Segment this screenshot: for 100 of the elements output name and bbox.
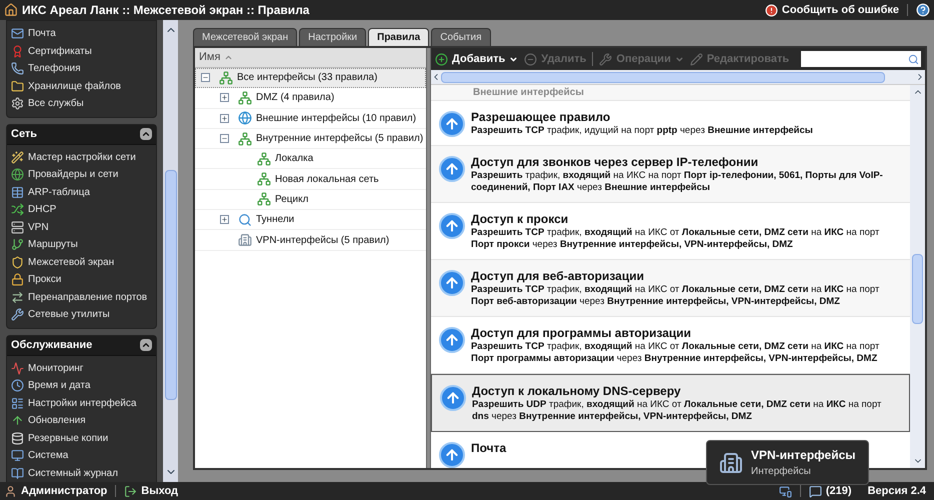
- scroll-thumb[interactable]: [912, 254, 923, 324]
- sidebar-item[interactable]: Перенаправление портов: [7, 288, 156, 306]
- sidebar-item[interactable]: Телефония: [7, 60, 156, 78]
- rule-row[interactable]: Доступ для звонков через сервер IP-телефонии Разрешить трафик, входящий на ИКС на порт Порт ip-телефонии, 5061, Порты для VoIP-соединений, Порт IAX через Внешние интерфейсы: [431, 146, 910, 203]
- chart-icon: [11, 362, 24, 375]
- tab[interactable]: События: [431, 28, 490, 46]
- rule-title: Доступ для программы авторизации: [471, 325, 692, 341]
- version-label: Версия 2.4: [868, 484, 926, 499]
- sidebar-item[interactable]: Межсетевой экран: [7, 254, 156, 271]
- tree-item[interactable]: Внешние интерфейсы (10 правил): [195, 108, 426, 129]
- expand-icon[interactable]: [220, 93, 229, 102]
- mail-icon: [11, 27, 24, 40]
- server-icon: [11, 220, 24, 234]
- vertical-scrollbar[interactable]: [910, 85, 925, 468]
- tree-item[interactable]: Все интерфейсы (33 правила): [195, 68, 426, 88]
- sidebar-item[interactable]: Сетевые утилиты: [7, 306, 156, 324]
- sidebar-item[interactable]: Почта: [7, 25, 156, 42]
- exit-icon: [124, 484, 138, 498]
- column-header[interactable]: Имя: [195, 48, 426, 68]
- rule-description: Разрешить TCP трафик, идущий на порт pptp через Внешние интерфейсы: [471, 125, 814, 137]
- sidebar-item[interactable]: VPN: [7, 218, 156, 236]
- sidebar-item[interactable]: ARP-таблица: [7, 184, 156, 201]
- section-header[interactable]: Обслуживание: [7, 336, 156, 356]
- folder-icon: [11, 80, 24, 93]
- sidebar-item[interactable]: Сертификаты: [7, 42, 156, 60]
- sidebar-item[interactable]: Мониторинг: [7, 360, 156, 377]
- search-icon: [238, 212, 252, 227]
- sidebar-item[interactable]: Провайдеры и сети: [7, 166, 156, 184]
- sidebar-item[interactable]: Системный журнал: [7, 464, 156, 482]
- rule-title: Доступ для веб-авторизации: [471, 268, 645, 284]
- arrows-icon: [11, 203, 24, 216]
- delete-icon: [524, 52, 538, 66]
- toolbar-button[interactable]: Добавить: [435, 50, 518, 68]
- sidebar-item[interactable]: Время и дата: [7, 377, 156, 394]
- scroll-thumb[interactable]: [441, 72, 885, 82]
- home-icon[interactable]: [4, 3, 18, 17]
- rule-title: Доступ к прокси: [471, 211, 570, 227]
- tab[interactable]: Настройки: [299, 28, 366, 46]
- sidebar-item[interactable]: Прокси: [7, 271, 156, 288]
- arrow-up-icon: [439, 156, 465, 182]
- gear-icon: [11, 97, 24, 110]
- network-icon: [257, 172, 271, 186]
- sidebar-item[interactable]: Система: [7, 447, 156, 464]
- scrollbar[interactable]: [163, 20, 178, 482]
- shield-icon: [11, 256, 24, 269]
- sidebar-item[interactable]: Хранилище файлов: [7, 78, 156, 95]
- arrow-up-icon: [440, 385, 466, 411]
- rule-row[interactable]: Доступ для веб-авторизации Разрешить TCP трафик, входящий на ИКС от Локальные сети, DMZ сети на ИКС на порт Порт веб-авторизации через Внутренние интерфейсы, VPN-интерфейсы, DMZ: [431, 260, 910, 317]
- sidebar-item[interactable]: Резервные копии: [7, 430, 156, 447]
- tree-item[interactable]: Рецикл: [195, 190, 426, 210]
- building-icon: [719, 450, 743, 474]
- monitor-icon: [11, 449, 24, 462]
- tab[interactable]: Межсетевой экран: [193, 28, 298, 46]
- sidebar-item[interactable]: Все службы: [7, 95, 156, 112]
- section-header[interactable]: Сеть: [7, 124, 156, 144]
- rule-description: Разрешить TCP трафик, входящий на ИКС от Локальные сети, DMZ сети на ИКС на порт Порт программы авторизации через Внутренние интерфейсы, VPN-интерфейсы, DMZ: [471, 341, 880, 365]
- forward-icon: [11, 290, 24, 304]
- tab[interactable]: Правила: [368, 28, 430, 46]
- sidebar-item[interactable]: Настройки интерфейса: [7, 394, 156, 412]
- globe-icon: [238, 111, 252, 126]
- clock-icon: [11, 379, 24, 392]
- help-icon[interactable]: [916, 3, 930, 17]
- search-icon: [908, 54, 919, 64]
- sort-icon: [224, 53, 234, 62]
- error-icon: [764, 4, 778, 16]
- wrench-icon: [11, 308, 24, 322]
- arrow-up-icon: [439, 213, 465, 239]
- arrow-up-icon: [11, 414, 24, 428]
- phone-icon: [11, 62, 24, 76]
- collapse-icon[interactable]: [140, 339, 152, 351]
- table-icon: [11, 186, 24, 199]
- search-field[interactable]: [801, 51, 921, 67]
- sidebar-item[interactable]: Обновления: [7, 412, 156, 430]
- collapse-icon[interactable]: [140, 128, 152, 140]
- rule-description: Разрешить TCP трафик, входящий на ИКС от Локальные сети, DMZ сети на ИКС на порт Порт веб-авторизации через Внутренние интерфейсы, VPN-интерфейсы, DMZ: [471, 284, 880, 308]
- popup-title: VPN-интерфейсы: [751, 447, 856, 464]
- award-icon: [11, 44, 24, 58]
- window-title: ИКС Ареал Ланк :: Межсетевой экран :: Правила: [22, 2, 310, 19]
- messages-button[interactable]: (219): [808, 482, 852, 500]
- rule-row[interactable]: Доступ к локальному DNS-серверу Разрешить UDP трафик, входящий на ИКС от Локальные сети, DMZ сети на ИКС на порт dns через Внутренние интерфейсы, VPN-интерфейсы, DMZ: [431, 374, 910, 432]
- sidebar-item[interactable]: Маршруты: [7, 236, 156, 254]
- report-link[interactable]: Сообщить об ошибке: [782, 2, 899, 18]
- rule-description: Разрешить трафик, входящий на ИКС на порт Порт ip-телефонии, 5061, Порты для VoIP-соединений, Порт IAX через Внешние интерфейсы: [471, 170, 884, 194]
- network-icon: [219, 70, 233, 85]
- expand-icon[interactable]: [220, 215, 229, 224]
- network-icon: [257, 152, 271, 166]
- user-icon: [4, 484, 17, 498]
- scroll-thumb[interactable]: [164, 170, 176, 400]
- arrow-up-icon: [439, 327, 465, 353]
- logout-button[interactable]: Выход: [124, 482, 178, 500]
- expand-icon[interactable]: [220, 114, 229, 123]
- rule-description: Разрешить TCP трафик, входящий на ИКС от Локальные сети, DMZ сети на ИКС на порт Порт прокси через Внутренние интерфейсы, VPN-интерфейсы, DMZ: [471, 227, 880, 251]
- add-icon: [435, 52, 448, 66]
- network-icon: [238, 132, 252, 146]
- network-status-icon[interactable]: [778, 484, 792, 498]
- rule-title: Почта: [471, 440, 506, 456]
- book-icon: [11, 466, 24, 480]
- sidebar-item[interactable]: Мастер настройки сети: [7, 148, 156, 166]
- horizontal-scrollbar[interactable]: [431, 70, 925, 85]
- sidebar-item[interactable]: DHCP: [7, 201, 156, 218]
